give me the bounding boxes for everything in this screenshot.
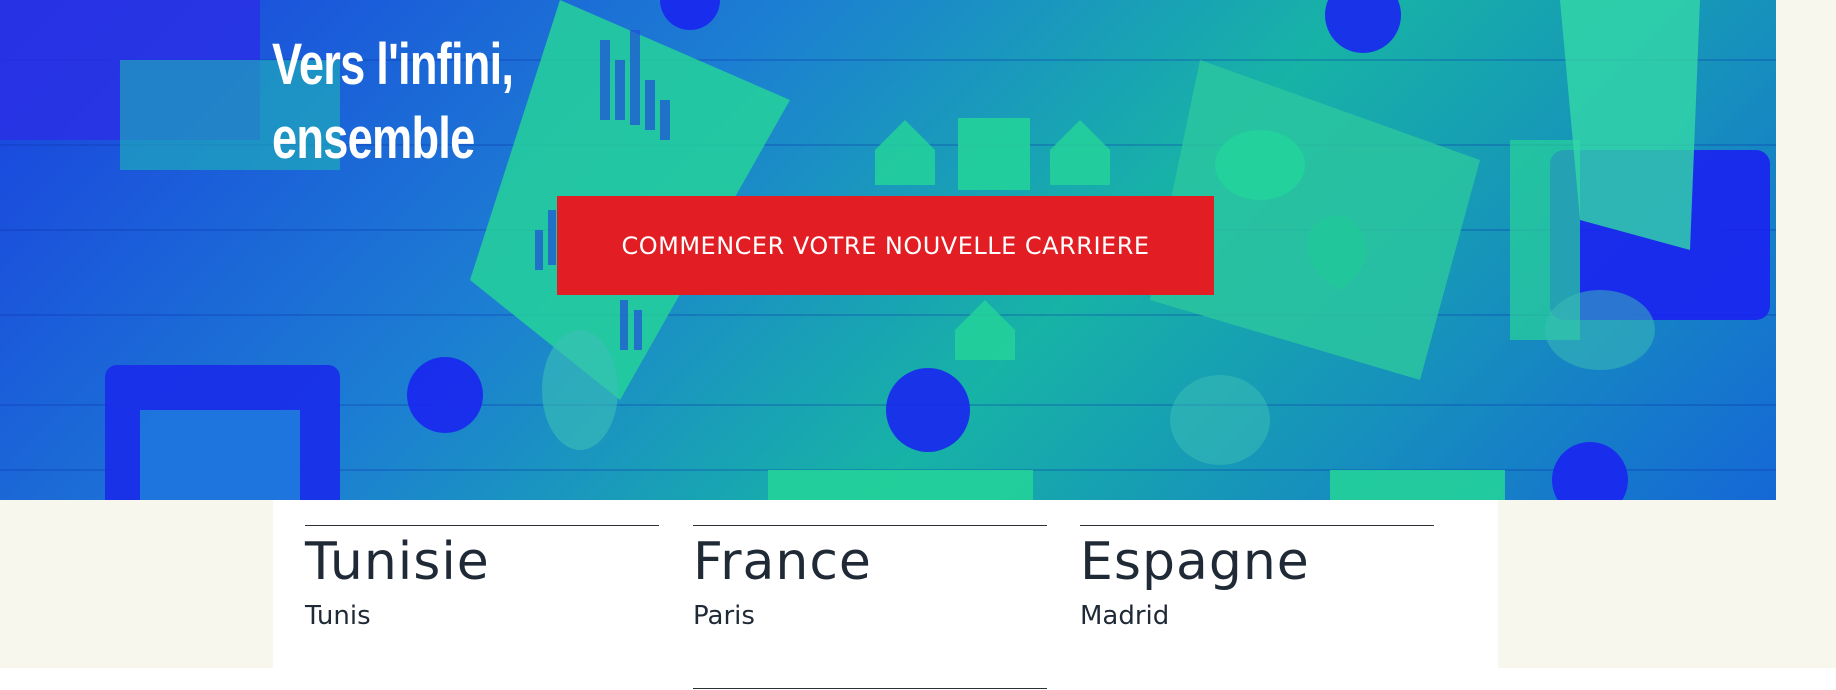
locations-section: Tunisie Tunis France Paris Espagne Madri… [273, 500, 1498, 689]
hero-title-line1: Vers l'infini, [272, 32, 514, 97]
location-espagne: Espagne Madrid [1080, 525, 1434, 632]
start-career-button[interactable]: COMMENCER VOTRE NOUVELLE CARRIERE [557, 196, 1214, 295]
location-city: Madrid [1080, 601, 1170, 631]
location-city: Paris [693, 601, 755, 631]
page-bottom [0, 668, 1836, 690]
location-country: France [693, 532, 872, 592]
location-tunisie: Tunisie Tunis [305, 525, 659, 632]
hero-title: Vers l'infini, ensemble [272, 28, 553, 176]
divider [693, 688, 1047, 689]
location-country: Espagne [1080, 532, 1310, 592]
location-city: Tunis [305, 601, 371, 631]
hero-title-line2: ensemble [272, 106, 475, 171]
location-france: France Paris [693, 525, 1047, 689]
location-country: Tunisie [305, 532, 490, 592]
hero-banner: Vers l'infini, ensemble COMMENCER VOTRE … [0, 0, 1776, 500]
